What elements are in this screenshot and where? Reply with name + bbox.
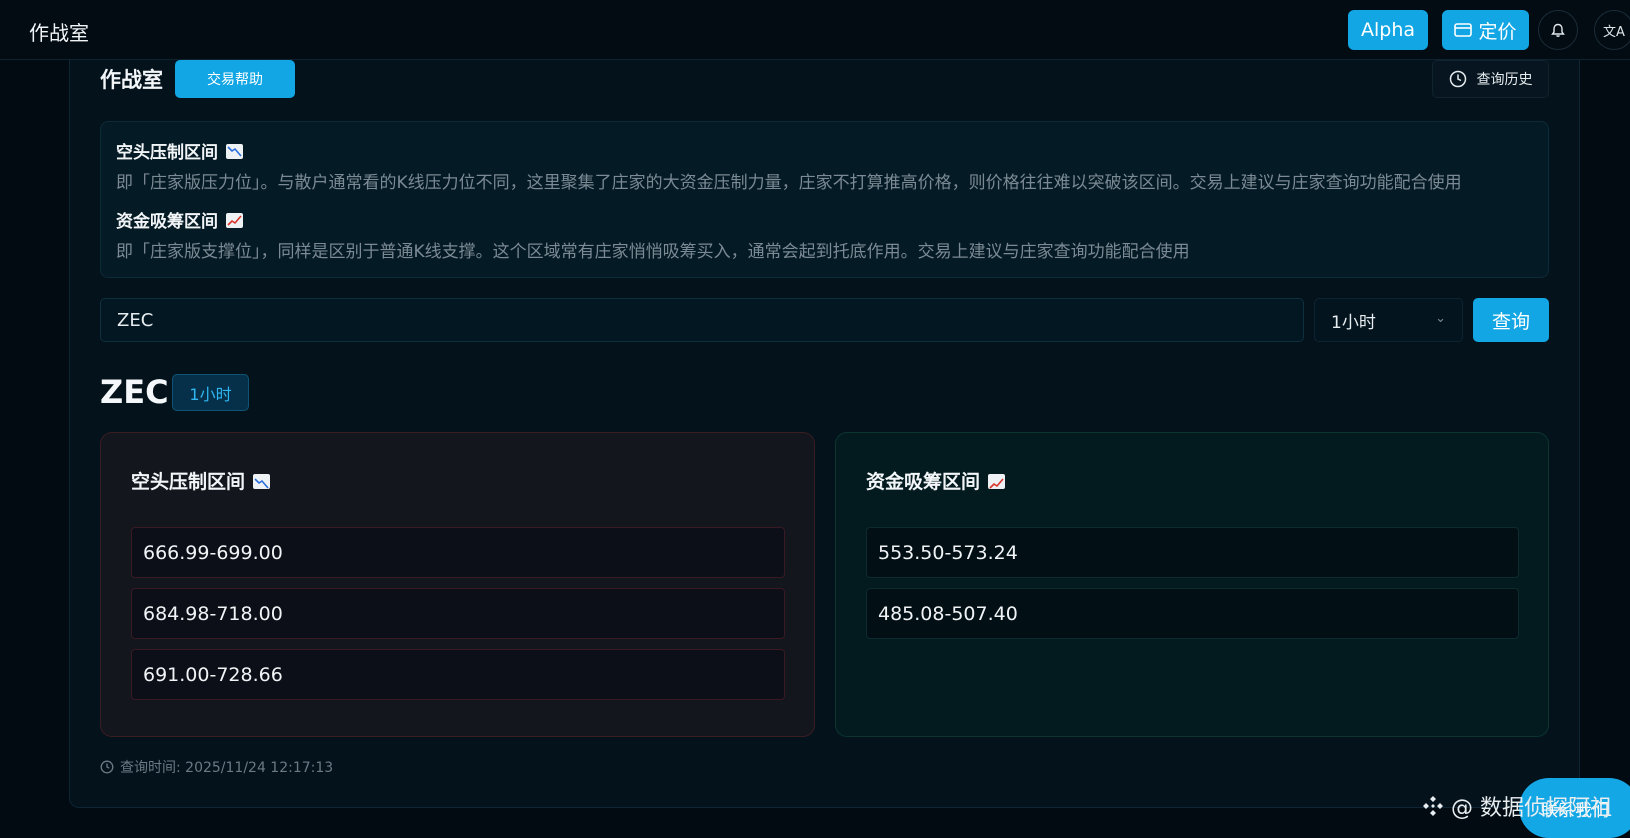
clock-icon bbox=[1449, 70, 1466, 88]
short-card-title: 空头压制区间 bbox=[131, 467, 271, 494]
page-title: 作战室 bbox=[100, 68, 163, 92]
info-box: 空头压制区间 即「庄家版压力位」。与散户通常看的K线压力位不同，这里聚集了庄家的… bbox=[100, 121, 1549, 278]
watermark-text: @ 数据侦探阿祖 bbox=[1451, 796, 1612, 821]
interval-badge: 1小时 bbox=[172, 374, 249, 411]
chart-increasing-icon bbox=[988, 474, 1006, 489]
binance-logo-icon bbox=[1423, 796, 1443, 816]
credit-card-icon bbox=[1454, 23, 1473, 37]
translate-icon: 文A bbox=[1603, 24, 1625, 40]
query-timestamp: 查询时间: 2025/11/24 12:17:13 bbox=[100, 757, 333, 777]
bell-icon bbox=[1551, 23, 1565, 37]
query-history-label: 查询历史 bbox=[1476, 72, 1533, 88]
trading-help-button[interactable]: 交易帮助 bbox=[175, 60, 295, 98]
short-zone-heading-text: 空头压制区间 bbox=[116, 143, 218, 163]
clock-icon bbox=[100, 760, 114, 774]
top-bar: 作战室 Alpha 定价 文A bbox=[0, 0, 1630, 60]
accum-range-1: 553.50-573.24 bbox=[866, 527, 1519, 578]
watermark: @ 数据侦探阿祖 bbox=[1421, 790, 1612, 822]
chart-decreasing-icon bbox=[226, 144, 243, 159]
short-range-2: 684.98-718.00 bbox=[131, 588, 785, 639]
pricing-button[interactable]: 定价 bbox=[1442, 10, 1529, 50]
short-pressure-card: 空头压制区间 666.99-699.00 684.98-718.00 691.0… bbox=[100, 432, 815, 737]
app-title: 作战室 bbox=[29, 21, 89, 45]
query-timestamp-text: 查询时间: 2025/11/24 12:17:13 bbox=[120, 760, 334, 776]
alpha-button[interactable]: Alpha bbox=[1348, 10, 1428, 50]
chevron-down-icon: ⌄ bbox=[1435, 311, 1446, 326]
accum-card-title: 资金吸筹区间 bbox=[866, 467, 1006, 494]
query-history-button[interactable]: 查询历史 bbox=[1432, 60, 1549, 98]
short-range-1: 666.99-699.00 bbox=[131, 527, 785, 578]
notification-button[interactable] bbox=[1538, 10, 1578, 50]
accum-card-title-text: 资金吸筹区间 bbox=[866, 471, 981, 493]
result-symbol: ZEC bbox=[100, 373, 169, 411]
short-range-3: 691.00-728.66 bbox=[131, 649, 785, 700]
short-zone-description: 即「庄家版压力位」。与散户通常看的K线压力位不同，这里聚集了庄家的大资金压制力量… bbox=[116, 173, 1462, 193]
symbol-search-input[interactable] bbox=[100, 298, 1304, 342]
chart-increasing-icon bbox=[226, 213, 243, 228]
query-button[interactable]: 查询 bbox=[1473, 298, 1549, 342]
interval-select-value: 1小时 bbox=[1331, 312, 1376, 333]
short-card-title-text: 空头压制区间 bbox=[131, 471, 246, 493]
interval-select[interactable]: 1小时 ⌄ bbox=[1314, 298, 1463, 342]
accumulation-card: 资金吸筹区间 553.50-573.24 485.08-507.40 bbox=[835, 432, 1549, 737]
accum-zone-heading-text: 资金吸筹区间 bbox=[116, 212, 218, 232]
language-button[interactable]: 文A bbox=[1594, 10, 1630, 50]
accum-range-2: 485.08-507.40 bbox=[866, 588, 1519, 639]
accum-zone-heading: 资金吸筹区间 bbox=[116, 207, 243, 232]
chart-decreasing-icon bbox=[253, 474, 271, 489]
short-zone-heading: 空头压制区间 bbox=[116, 138, 243, 163]
accum-zone-description: 即「庄家版支撑位」，同样是区别于普通K线支撑。这个区域常有庄家悄悄吸筹买入，通常… bbox=[116, 242, 1190, 262]
pricing-label: 定价 bbox=[1478, 20, 1517, 43]
